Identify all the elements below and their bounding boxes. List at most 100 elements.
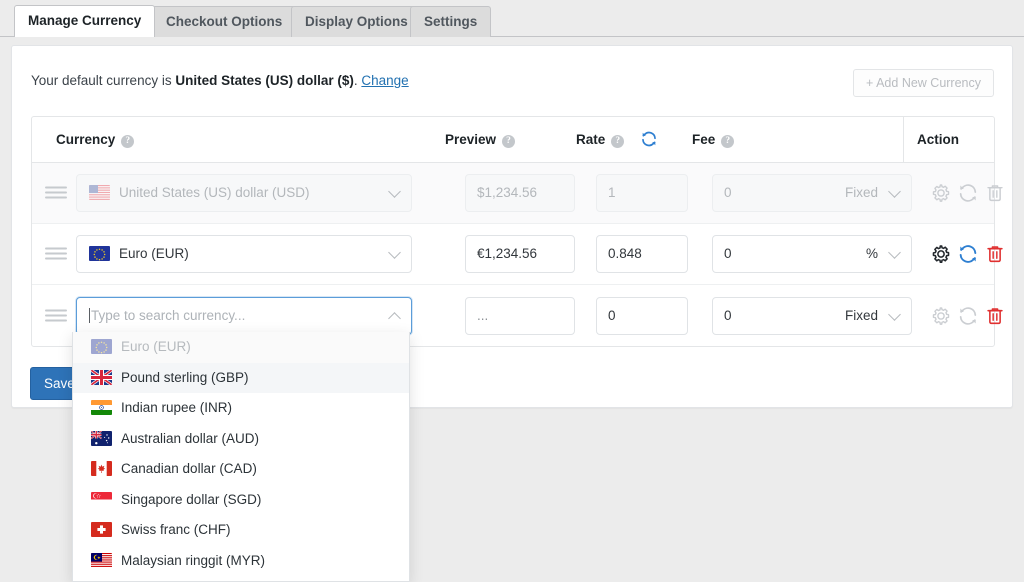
change-currency-link[interactable]: Change bbox=[361, 73, 408, 88]
chevron-down-icon[interactable] bbox=[388, 185, 401, 198]
rate-value: 1 bbox=[608, 185, 616, 200]
delete-button[interactable] bbox=[984, 243, 1006, 265]
gear-button[interactable] bbox=[930, 182, 952, 204]
dropdown-option-label: Pound sterling (GBP) bbox=[121, 369, 249, 385]
dropdown-option-eur: Euro (EUR) bbox=[73, 332, 409, 363]
tab-bar: Manage Currency Checkout Options Display… bbox=[0, 0, 1024, 37]
dropdown-option-gbp[interactable]: Pound sterling (GBP) bbox=[73, 362, 409, 393]
drag-handle[interactable] bbox=[45, 247, 67, 261]
gear-icon bbox=[932, 245, 950, 264]
flag-ch-icon bbox=[91, 522, 112, 537]
currency-select[interactable]: United States (US) dollar (USD) bbox=[76, 174, 412, 212]
flag-my-icon bbox=[91, 552, 112, 568]
flag-us-icon bbox=[89, 185, 110, 200]
dropdown-option-label: Euro (EUR) bbox=[121, 339, 191, 354]
rate-input[interactable]: 1 bbox=[596, 174, 688, 212]
help-icon[interactable]: ? bbox=[611, 135, 625, 148]
currency-value: United States (US) dollar (USD) bbox=[119, 185, 310, 200]
table-header-row: Currency? Preview? Rate? Fee? Action bbox=[32, 117, 994, 163]
flag-eu-icon bbox=[89, 246, 110, 261]
header-divider bbox=[903, 117, 904, 162]
refresh-rates-button[interactable] bbox=[640, 130, 658, 150]
gear-button[interactable] bbox=[930, 243, 952, 265]
dropdown-option-label: Malaysian ringgit (MYR) bbox=[121, 552, 266, 568]
column-header-fee: Fee? bbox=[692, 117, 735, 162]
chevron-down-icon[interactable] bbox=[888, 185, 901, 198]
refresh-button[interactable] bbox=[957, 305, 979, 327]
column-header-action-label: Action bbox=[917, 132, 959, 147]
preview-field: ... bbox=[465, 296, 575, 335]
column-header-rate-label: Rate bbox=[576, 132, 606, 147]
preview-value: €1,234.56 bbox=[477, 246, 538, 261]
column-header-preview-label: Preview bbox=[445, 132, 497, 147]
dropdown-option-inr[interactable]: Indian rupee (INR) bbox=[73, 393, 409, 424]
chevron-down-icon[interactable] bbox=[888, 307, 901, 321]
help-icon[interactable]: ? bbox=[121, 135, 135, 148]
fee-value: 0 bbox=[724, 307, 732, 323]
tab-display-options[interactable]: Display Options bbox=[291, 6, 422, 37]
tab-label: Display Options bbox=[305, 14, 408, 29]
dropdown-option-cad[interactable]: Canadian dollar (CAD) bbox=[73, 454, 409, 485]
dropdown-option-myr[interactable]: Malaysian ringgit (MYR) bbox=[73, 546, 409, 577]
fee-unit-value: Fixed bbox=[844, 307, 878, 323]
chevron-down-icon[interactable] bbox=[888, 246, 901, 259]
help-icon[interactable]: ? bbox=[721, 135, 735, 148]
column-header-currency: Currency? bbox=[56, 117, 135, 162]
table-row: United States (US) dollar (USD) $1,234.5… bbox=[32, 163, 1003, 224]
currency-table: Currency? Preview? Rate? Fee? Action Uni… bbox=[31, 116, 1003, 347]
drag-handle[interactable] bbox=[45, 309, 67, 322]
default-currency-notice: Your default currency is United States (… bbox=[31, 73, 409, 88]
delete-button[interactable] bbox=[984, 305, 1006, 327]
dropdown-option-label: Singapore dollar (SGD) bbox=[121, 491, 262, 507]
refresh-button[interactable] bbox=[957, 243, 979, 265]
flag-ca-icon bbox=[91, 461, 112, 476]
flag-in-icon bbox=[91, 400, 112, 415]
refresh-icon bbox=[959, 306, 977, 325]
tab-checkout-options[interactable]: Checkout Options bbox=[152, 6, 297, 37]
dropdown-option-chf[interactable]: Swiss franc (CHF) bbox=[73, 515, 409, 546]
currency-search-input[interactable]: Type to search currency... bbox=[76, 296, 412, 335]
default-currency-suffix: . bbox=[353, 73, 358, 88]
tab-manage-currency[interactable]: Manage Currency bbox=[14, 5, 156, 37]
row-actions bbox=[922, 305, 1010, 327]
tab-label: Manage Currency bbox=[28, 13, 142, 28]
rate-input[interactable]: 0 bbox=[596, 296, 688, 335]
gear-icon bbox=[932, 306, 950, 325]
rate-input[interactable]: 0.848 bbox=[596, 235, 688, 273]
currency-select[interactable]: Euro (EUR) bbox=[76, 235, 412, 273]
fee-value: 0 bbox=[724, 185, 732, 200]
fee-input[interactable]: 0 % bbox=[712, 235, 912, 273]
row-actions bbox=[922, 182, 1010, 204]
dropdown-option-label: Australian dollar (AUD) bbox=[121, 430, 260, 446]
refresh-icon bbox=[959, 245, 977, 263]
tab-settings[interactable]: Settings bbox=[410, 6, 492, 37]
flag-sg-icon bbox=[91, 491, 112, 507]
delete-button[interactable] bbox=[984, 182, 1006, 204]
trash-icon bbox=[987, 307, 1003, 324]
tab-label: Checkout Options bbox=[166, 14, 283, 29]
column-header-preview: Preview? bbox=[445, 117, 516, 162]
flag-au-icon bbox=[91, 430, 112, 446]
chevron-down-icon[interactable] bbox=[388, 246, 401, 259]
dropdown-option-aud[interactable]: Australian dollar (AUD) bbox=[73, 424, 409, 455]
refresh-button[interactable] bbox=[957, 182, 979, 204]
preview-field: $1,234.56 bbox=[465, 174, 575, 212]
trash-icon bbox=[987, 246, 1003, 263]
currency-dropdown-list[interactable]: Euro (EUR) Pound sterling (GBP) Indian r… bbox=[72, 332, 410, 582]
rate-value: 0 bbox=[608, 307, 616, 323]
chevron-up-icon[interactable] bbox=[388, 311, 401, 325]
help-icon[interactable]: ? bbox=[502, 135, 516, 148]
column-header-fee-label: Fee bbox=[692, 132, 716, 147]
trash-icon bbox=[987, 185, 1003, 202]
add-new-currency-button[interactable]: + Add New Currency bbox=[853, 69, 994, 97]
default-currency-value: United States (US) dollar ($) bbox=[175, 73, 354, 88]
fee-input[interactable]: 0 Fixed bbox=[712, 296, 912, 335]
fee-input[interactable]: 0 Fixed bbox=[712, 174, 912, 212]
drag-handle[interactable] bbox=[45, 186, 67, 200]
column-header-currency-label: Currency bbox=[56, 132, 116, 147]
flag-eu-icon bbox=[91, 339, 112, 354]
dropdown-option-sgd[interactable]: Singapore dollar (SGD) bbox=[73, 485, 409, 516]
row-actions bbox=[922, 243, 1010, 265]
gear-button[interactable] bbox=[930, 305, 952, 327]
refresh-icon bbox=[959, 184, 977, 202]
